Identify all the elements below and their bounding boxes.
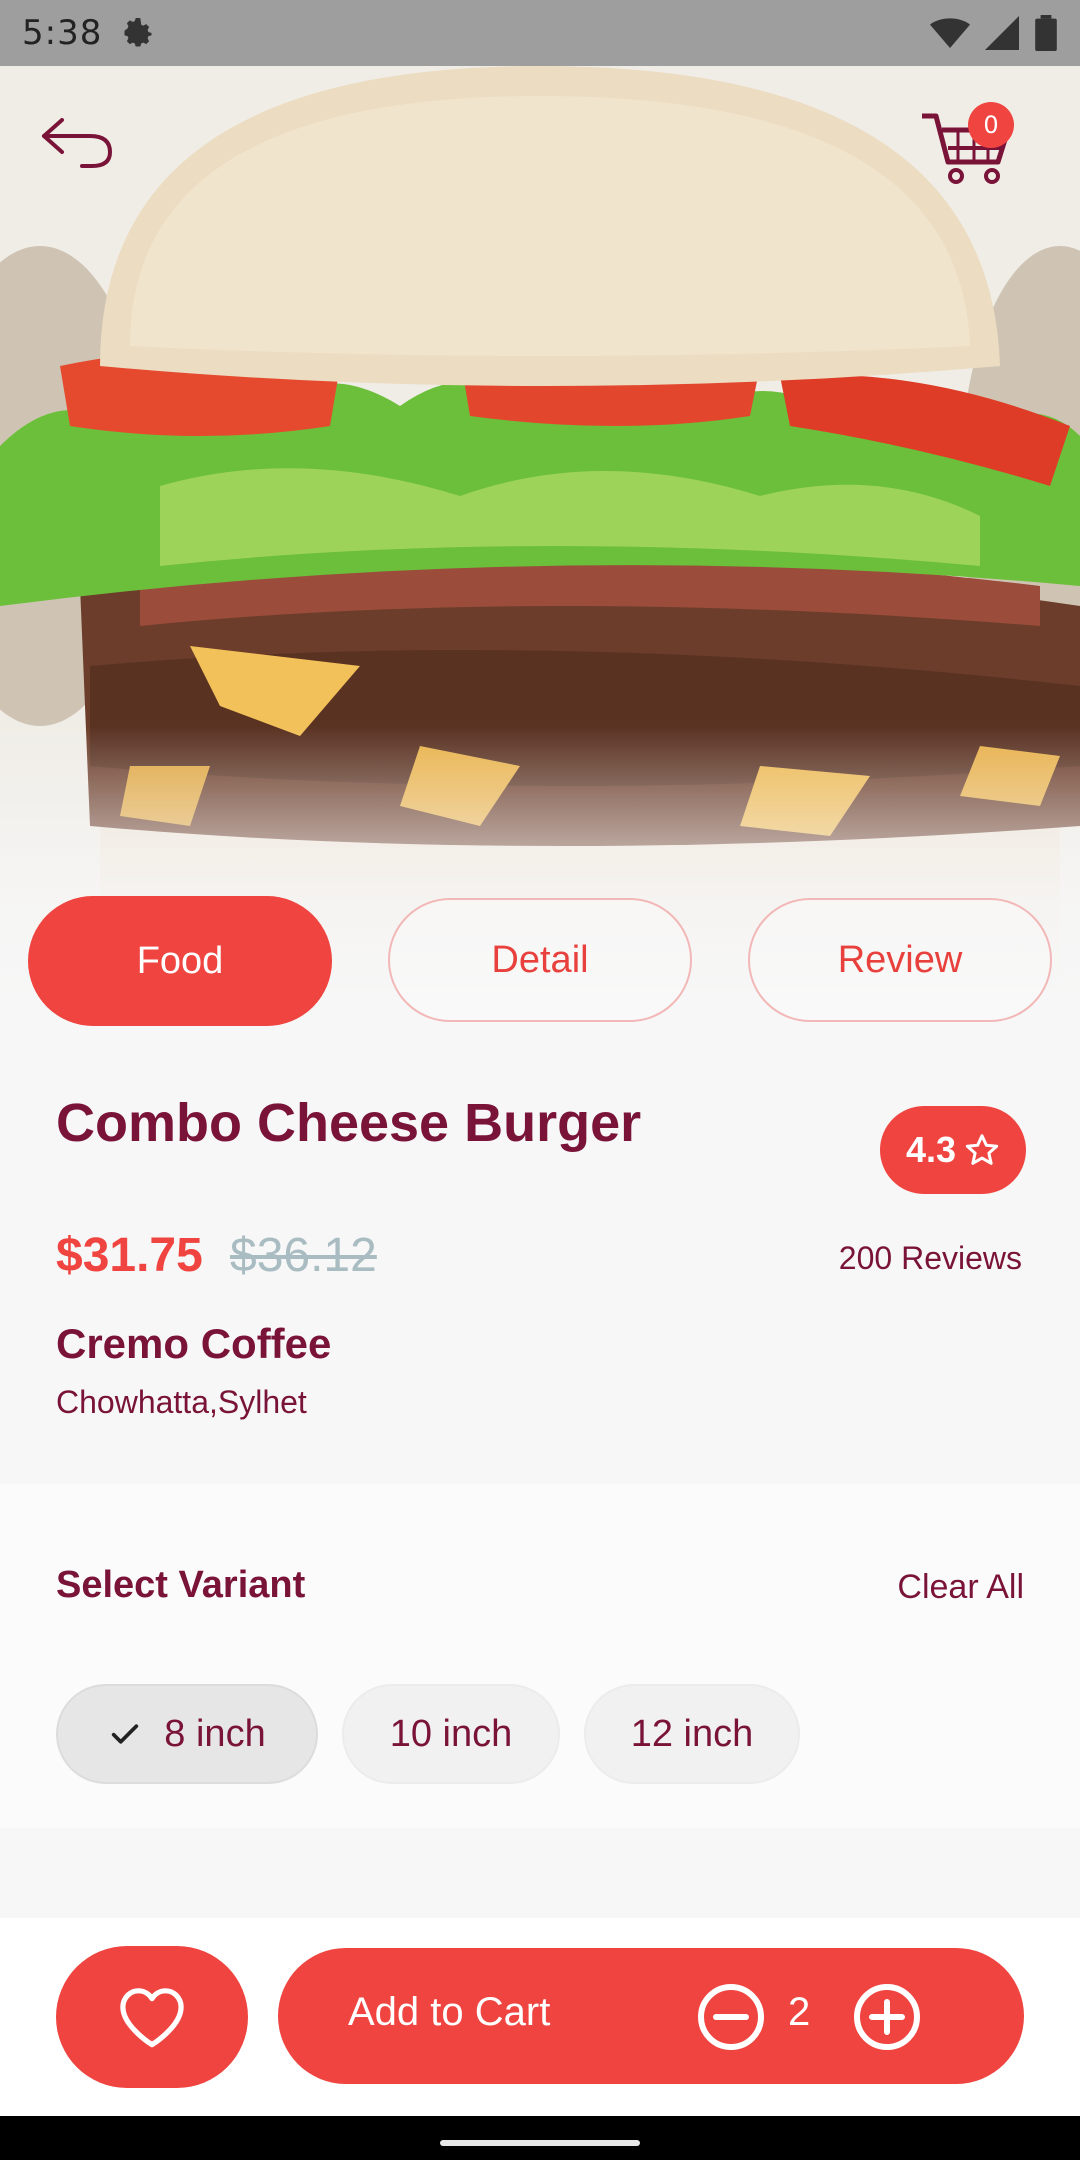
variant-section: Select Variant Clear All 8 inch 10 inch …	[0, 1484, 1080, 1828]
wifi-icon	[930, 18, 970, 48]
tab-bar: Food Detail Review	[0, 896, 1080, 1026]
cart-count-badge: 0	[968, 102, 1014, 148]
variant-chip-12-inch[interactable]: 12 inch	[584, 1684, 800, 1784]
quantity-value: 2	[788, 1990, 811, 2034]
tab-food[interactable]: Food	[28, 896, 332, 1026]
variant-chip-label: 8 inch	[164, 1712, 266, 1755]
add-to-cart-button[interactable]: Add to Cart	[348, 1990, 550, 2035]
variant-chip-10-inch[interactable]: 10 inch	[342, 1684, 560, 1784]
star-icon	[965, 1134, 999, 1165]
rating-value: 4.3	[905, 1129, 957, 1170]
heart-icon	[120, 1988, 184, 2048]
variant-chip-label: 12 inch	[630, 1712, 754, 1755]
reviews-count[interactable]: 200 Reviews	[839, 1240, 1022, 1277]
variant-chip-8-inch[interactable]: 8 inch	[56, 1684, 318, 1784]
status-bar: 5:38	[0, 0, 1080, 66]
variant-title: Select Variant	[56, 1564, 306, 1606]
minus-circle-icon[interactable]	[696, 1982, 766, 2052]
product-image	[0, 66, 1080, 1006]
system-nav-bar	[0, 2116, 1080, 2160]
signal-icon	[985, 16, 1019, 50]
status-time: 5:38	[22, 13, 103, 53]
check-icon	[112, 1724, 139, 1744]
rating-badge: 4.3	[880, 1106, 1026, 1194]
battery-icon	[1035, 15, 1057, 51]
home-gesture-pill[interactable]	[440, 2140, 640, 2146]
old-price: $36.12	[230, 1229, 377, 1282]
settings-icon	[124, 18, 152, 47]
clear-all-button[interactable]: Clear All	[897, 1568, 1024, 1607]
tab-detail[interactable]: Detail	[388, 898, 692, 1022]
bottom-action-bar: Add to Cart 2	[0, 1918, 1080, 2116]
variant-chip-label: 10 inch	[389, 1712, 513, 1755]
favorite-button[interactable]	[56, 1946, 248, 2088]
current-price: $31.75	[56, 1229, 203, 1282]
product-title: Combo Cheese Burger	[56, 1093, 642, 1153]
shop-name[interactable]: Cremo Coffee	[56, 1320, 331, 1368]
plus-circle-icon[interactable]	[852, 1982, 922, 2052]
add-to-cart-bar: Add to Cart 2	[278, 1948, 1024, 2084]
back-arrow-icon[interactable]	[36, 112, 116, 172]
shop-location: Chowhatta,Sylhet	[56, 1384, 307, 1420]
tab-review[interactable]: Review	[748, 898, 1052, 1022]
